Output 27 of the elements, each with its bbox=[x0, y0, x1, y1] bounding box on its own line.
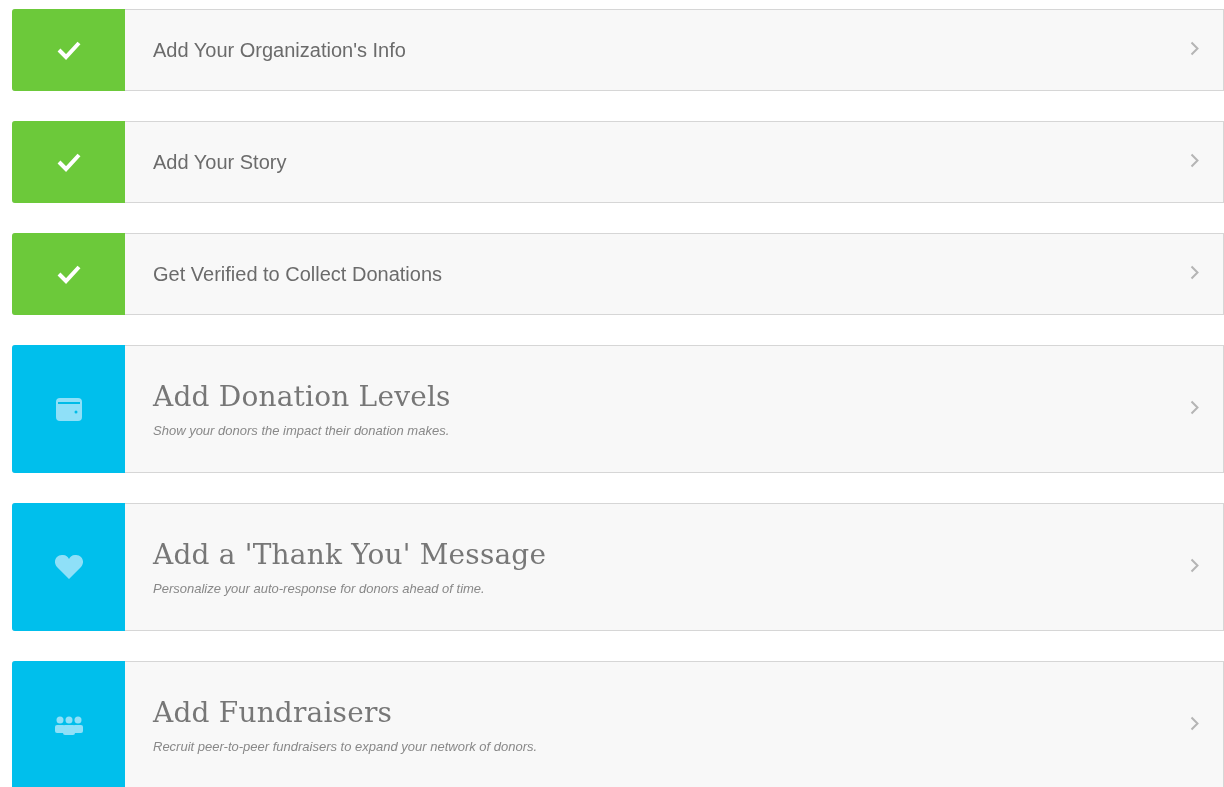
check-icon bbox=[56, 152, 81, 172]
chevron-right-icon bbox=[1190, 152, 1199, 168]
step-title: Add Your Organization's Info bbox=[153, 38, 406, 62]
chevron-right-icon bbox=[1190, 40, 1199, 56]
step-description: Show your donors the impact their donation makes. bbox=[153, 423, 450, 438]
step-title: Get Verified to Collect Donations bbox=[153, 262, 443, 286]
wallet-icon bbox=[54, 395, 83, 423]
step-title: Add a 'Thank You' Message bbox=[153, 538, 547, 571]
step-title: Add Fundraisers bbox=[153, 696, 393, 729]
chevron-right-icon bbox=[1190, 399, 1199, 415]
people-icon bbox=[53, 715, 84, 735]
step-card[interactable]: Add Your Story bbox=[12, 121, 1224, 203]
chevron-right-icon bbox=[1190, 264, 1199, 280]
step-card[interactable]: Add Your Organization's Info bbox=[12, 9, 1224, 91]
chevron-right-icon bbox=[1190, 557, 1199, 573]
step-card[interactable]: Add Donation Levels Show your donors the impact their donation makes. bbox=[12, 345, 1224, 473]
check-icon bbox=[56, 264, 81, 284]
step-description: Personalize your auto-response for donors ahead of time. bbox=[153, 581, 485, 596]
step-description: Recruit peer-to-peer fundraisers to expand your network of donors. bbox=[153, 739, 538, 754]
step-card[interactable]: Add Fundraisers Recruit peer-to-peer fundraisers to expand your network of donors. bbox=[12, 661, 1224, 787]
step-card[interactable]: Add a 'Thank You' Message Personalize your auto-response for donors ahead of time. bbox=[12, 503, 1224, 631]
check-icon bbox=[56, 40, 81, 60]
step-title: Add Donation Levels bbox=[153, 380, 451, 413]
step-title: Add Your Story bbox=[153, 150, 287, 174]
heart-icon bbox=[53, 554, 84, 580]
step-card[interactable]: Get Verified to Collect Donations bbox=[12, 233, 1224, 315]
chevron-right-icon bbox=[1190, 715, 1199, 731]
